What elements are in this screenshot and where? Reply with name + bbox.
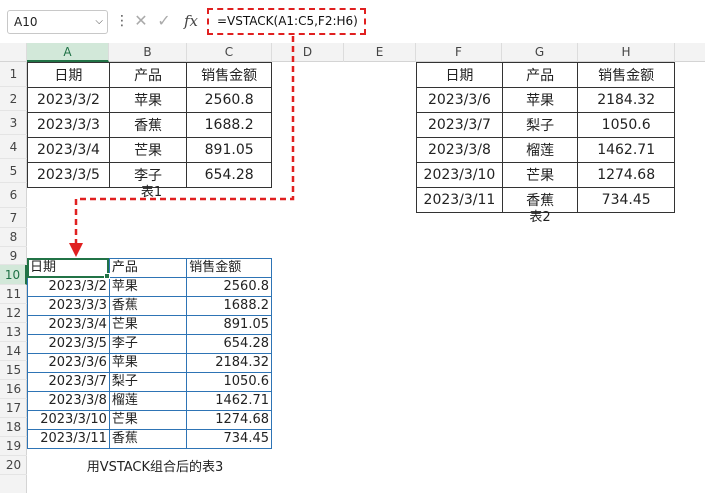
arrow-head-icon (69, 243, 83, 257)
annotation-arrow (69, 36, 295, 257)
